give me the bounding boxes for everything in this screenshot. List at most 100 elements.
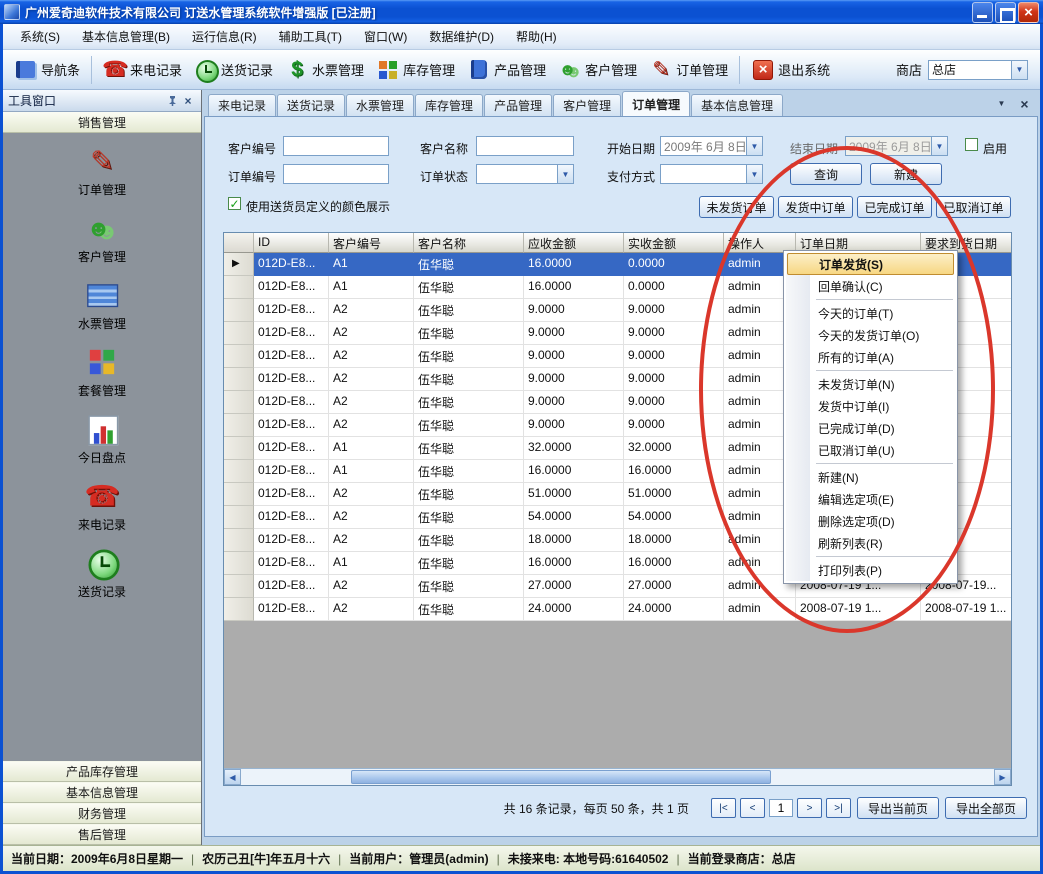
column-header[interactable]: 客户名称 bbox=[414, 233, 524, 253]
order-status-select[interactable] bbox=[476, 164, 574, 184]
toolbar-order-button[interactable]: 订单管理 bbox=[644, 55, 733, 85]
status-filter-button[interactable]: 未发货订单 bbox=[699, 196, 774, 218]
toolbar-product-button[interactable]: 产品管理 bbox=[462, 55, 551, 85]
row-selector[interactable] bbox=[224, 253, 254, 276]
row-selector[interactable] bbox=[224, 368, 254, 391]
toolbar-exit-button[interactable]: 退出系统 bbox=[746, 55, 835, 85]
row-selector[interactable] bbox=[224, 322, 254, 345]
scrollbar-thumb[interactable] bbox=[351, 770, 771, 784]
row-selector[interactable] bbox=[224, 506, 254, 529]
toolbar-incoming-call-button[interactable]: 来电记录 bbox=[98, 55, 187, 85]
menu-item[interactable]: 窗口(W) bbox=[355, 25, 416, 48]
context-menu-item[interactable]: 已取消订单(U) bbox=[786, 439, 955, 461]
scroll-left-button[interactable]: ◀ bbox=[224, 769, 241, 785]
toolbar-water-ticket-button[interactable]: 水票管理 bbox=[280, 55, 369, 85]
chevron-down-icon[interactable] bbox=[994, 96, 1009, 111]
page-nav-button[interactable]: < bbox=[740, 798, 765, 818]
toolbar-navigator-button[interactable]: 导航条 bbox=[9, 55, 85, 85]
end-date-select[interactable]: 2009年 6月 8日 bbox=[845, 136, 948, 156]
chevron-down-icon[interactable] bbox=[746, 165, 762, 183]
sidebar-group[interactable]: 财务管理 bbox=[3, 803, 201, 824]
toolbar-customer-button[interactable]: 客户管理 bbox=[553, 55, 642, 85]
column-header[interactable]: 应收金额 bbox=[524, 233, 624, 253]
horizontal-scrollbar[interactable]: ◀ ▶ bbox=[224, 768, 1011, 785]
context-menu-item[interactable]: 回单确认(C) bbox=[786, 275, 955, 297]
row-selector[interactable] bbox=[224, 276, 254, 299]
chevron-down-icon[interactable] bbox=[557, 165, 573, 183]
page-nav-button[interactable]: >| bbox=[826, 798, 851, 818]
tab[interactable]: 基本信息管理 bbox=[691, 94, 783, 116]
row-selector[interactable] bbox=[224, 575, 254, 598]
tab[interactable]: 送货记录 bbox=[277, 94, 345, 116]
context-menu-item[interactable]: 打印列表(P) bbox=[786, 559, 955, 581]
export-all-pages-button[interactable]: 导出全部页 bbox=[945, 797, 1027, 819]
close-button[interactable] bbox=[1018, 2, 1039, 23]
new-button[interactable]: 新建 bbox=[870, 163, 942, 185]
store-select[interactable]: 总店 bbox=[928, 60, 1028, 80]
chevron-down-icon[interactable] bbox=[746, 137, 762, 155]
restore-button[interactable] bbox=[995, 2, 1016, 23]
row-selector[interactable] bbox=[224, 391, 254, 414]
start-date-select[interactable]: 2009年 6月 8日 bbox=[660, 136, 763, 156]
enable-checkbox[interactable] bbox=[965, 138, 978, 151]
sidebar-item-water-tickets[interactable]: 水票管理 bbox=[78, 283, 126, 332]
sidebar-item-package[interactable]: 套餐管理 bbox=[78, 350, 126, 399]
context-menu-item[interactable]: 未发货订单(N) bbox=[786, 373, 955, 395]
column-header[interactable]: ID bbox=[254, 233, 329, 253]
row-selector[interactable] bbox=[224, 299, 254, 322]
context-menu-item[interactable]: 发货中订单(I) bbox=[786, 395, 955, 417]
row-selector[interactable] bbox=[224, 598, 254, 621]
menu-item[interactable]: 帮助(H) bbox=[507, 25, 566, 48]
sidebar-item-delivery-record[interactable]: 送货记录 bbox=[78, 551, 126, 600]
sidebar-item-daily-check[interactable]: 今日盘点 bbox=[78, 417, 126, 466]
tab[interactable]: 来电记录 bbox=[208, 94, 276, 116]
sidebar-item-incoming-call[interactable]: 来电记录 bbox=[78, 484, 126, 533]
menu-item[interactable]: 基本信息管理(B) bbox=[73, 25, 179, 48]
context-menu-item[interactable]: 所有的订单(A) bbox=[786, 346, 955, 368]
tab[interactable]: 水票管理 bbox=[346, 94, 414, 116]
context-menu-item[interactable]: 订单发货(S) bbox=[787, 253, 954, 275]
scroll-right-button[interactable]: ▶ bbox=[994, 769, 1011, 785]
context-menu-item[interactable]: 今天的发货订单(O) bbox=[786, 324, 955, 346]
row-selector[interactable] bbox=[224, 529, 254, 552]
export-current-page-button[interactable]: 导出当前页 bbox=[857, 797, 939, 819]
customer-no-input[interactable] bbox=[283, 136, 389, 156]
sidebar-group[interactable]: 产品库存管理 bbox=[3, 761, 201, 782]
row-selector[interactable] bbox=[224, 552, 254, 575]
row-selector[interactable] bbox=[224, 483, 254, 506]
sidebar-group[interactable]: 基本信息管理 bbox=[3, 782, 201, 803]
status-filter-button[interactable]: 发货中订单 bbox=[778, 196, 853, 218]
toolbar-inventory-button[interactable]: 库存管理 bbox=[371, 55, 460, 85]
status-filter-button[interactable]: 已完成订单 bbox=[857, 196, 932, 218]
context-menu-item[interactable]: 新建(N) bbox=[786, 466, 955, 488]
menu-item[interactable]: 运行信息(R) bbox=[183, 25, 266, 48]
sidebar-group-sales[interactable]: 销售管理 bbox=[3, 112, 201, 133]
pay-method-select[interactable] bbox=[660, 164, 763, 184]
customer-name-input[interactable] bbox=[476, 136, 574, 156]
toolbar-delivery-record-button[interactable]: 送货记录 bbox=[189, 55, 278, 85]
close-icon[interactable]: × bbox=[180, 93, 196, 109]
sidebar-group[interactable]: 售后管理 bbox=[3, 824, 201, 845]
minimize-button[interactable] bbox=[972, 2, 993, 23]
context-menu-item[interactable]: 编辑选定项(E) bbox=[786, 488, 955, 510]
page-number-input[interactable] bbox=[769, 799, 793, 817]
context-menu-item[interactable]: 今天的订单(T) bbox=[786, 302, 955, 324]
status-filter-button[interactable]: 已取消订单 bbox=[936, 196, 1011, 218]
sidebar-item-order[interactable]: 订单管理 bbox=[78, 149, 126, 198]
row-selector[interactable] bbox=[224, 414, 254, 437]
page-nav-button[interactable]: > bbox=[797, 798, 822, 818]
row-selector[interactable] bbox=[224, 437, 254, 460]
tab[interactable]: 订单管理 bbox=[622, 91, 690, 116]
chevron-down-icon[interactable] bbox=[931, 137, 947, 155]
context-menu-item[interactable]: 删除选定项(D) bbox=[786, 510, 955, 532]
chevron-down-icon[interactable] bbox=[1011, 61, 1027, 79]
scrollbar-track[interactable] bbox=[241, 769, 994, 785]
tab[interactable]: 库存管理 bbox=[415, 94, 483, 116]
close-icon[interactable] bbox=[1017, 96, 1032, 111]
sidebar-item-customer[interactable]: 客户管理 bbox=[78, 216, 126, 265]
row-selector[interactable] bbox=[224, 460, 254, 483]
page-nav-button[interactable]: |< bbox=[711, 798, 736, 818]
tab[interactable]: 产品管理 bbox=[484, 94, 552, 116]
context-menu-item[interactable]: 已完成订单(D) bbox=[786, 417, 955, 439]
delivery-color-checkbox[interactable] bbox=[228, 197, 241, 210]
